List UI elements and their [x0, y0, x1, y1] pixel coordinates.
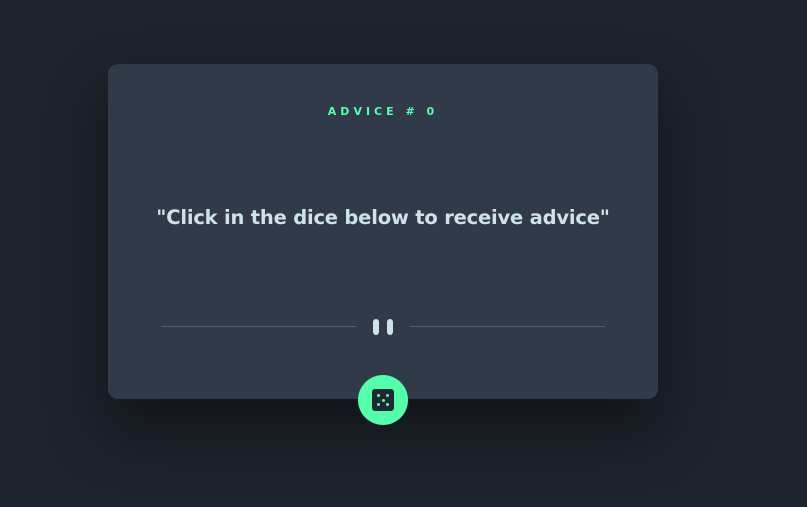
advice-label: ADVICE [327, 105, 398, 118]
dice-dot [386, 403, 389, 406]
advice-id-value: 0 [426, 105, 439, 118]
pause-bar-right [387, 319, 393, 335]
pause-icon [373, 319, 393, 335]
dice-dot [381, 398, 385, 402]
advice-id-prefix: # [405, 105, 419, 118]
dice-dot [377, 403, 380, 406]
advice-card: ADVICE # 0 "Click in the dice below to r… [108, 64, 658, 399]
dice-dot [386, 394, 389, 397]
pause-bar-left [373, 319, 379, 335]
pattern-divider [161, 315, 605, 339]
divider-line-right [410, 326, 605, 327]
dice-icon [372, 389, 394, 411]
divider-line-left [161, 326, 356, 327]
advice-quote: "Click in the dice below to receive advi… [156, 206, 610, 229]
advice-id-heading: ADVICE # 0 [108, 105, 658, 118]
dice-dot [377, 394, 380, 397]
generate-advice-button[interactable] [358, 375, 408, 425]
